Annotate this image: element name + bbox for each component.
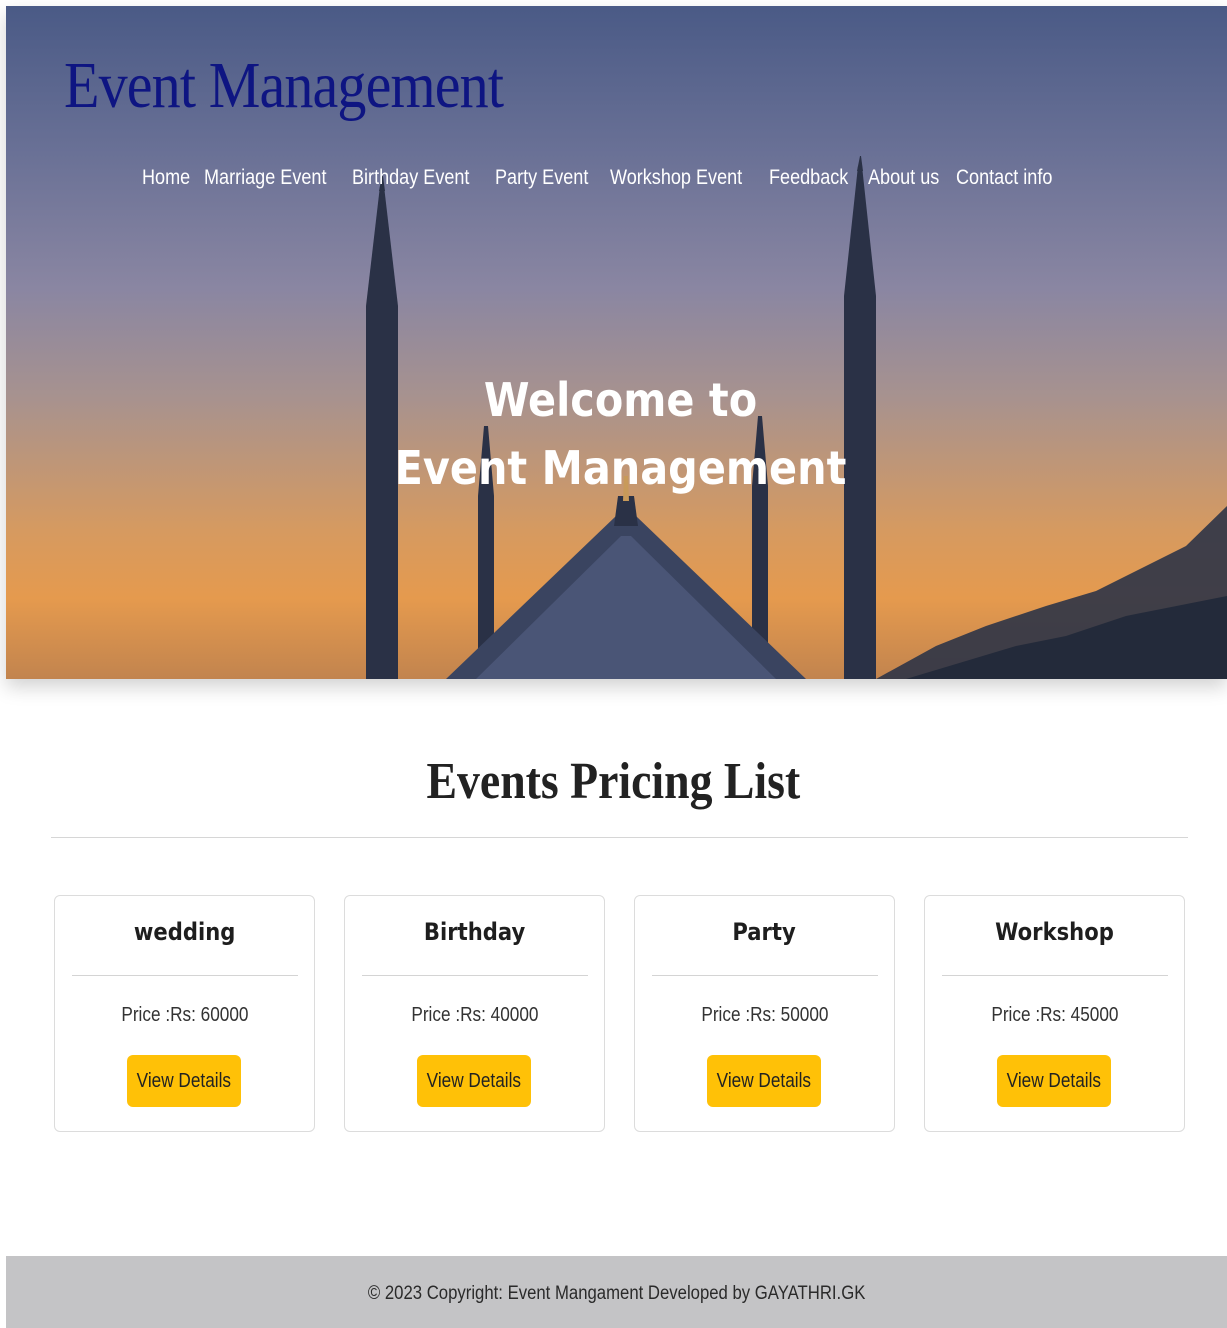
pricing-section-title: Events Pricing List [426, 753, 801, 810]
view-details-button[interactable]: View Details [707, 1055, 821, 1107]
nav-party-event[interactable]: Party Event [495, 166, 588, 190]
nav-marriage-event[interactable]: Marriage Event [204, 166, 326, 190]
card-price: Price :Rs: 40000 [410, 1004, 539, 1026]
main-nav: Home Marriage Event Birthday Event Party… [142, 166, 1058, 190]
card-title: Party [732, 918, 797, 946]
nav-feedback[interactable]: Feedback [769, 166, 848, 190]
card-divider [652, 975, 878, 976]
card-price: Price :Rs: 45000 [990, 1004, 1119, 1026]
card-title: Workshop [995, 918, 1114, 946]
footer-copyright: © 2023 Copyright: Event Mangament Develo… [367, 1283, 866, 1304]
hero-heading: Welcome to Event Management [6, 366, 1227, 502]
view-details-button[interactable]: View Details [997, 1055, 1111, 1107]
site-logo-text[interactable]: Event Management [64, 48, 504, 124]
card-divider [942, 975, 1168, 976]
card-divider [72, 975, 298, 976]
pricing-card-wedding: wedding Price :Rs: 60000 View Details [54, 895, 315, 1132]
card-title: Birthday [423, 918, 526, 946]
pricing-card-birthday: Birthday Price :Rs: 40000 View Details [344, 895, 605, 1132]
view-details-button[interactable]: View Details [417, 1055, 531, 1107]
card-price: Price :Rs: 50000 [700, 1004, 829, 1026]
nav-birthday-event[interactable]: Birthday Event [352, 166, 469, 190]
card-title: wedding [133, 918, 236, 946]
nav-contact-info[interactable]: Contact info [956, 166, 1052, 190]
nav-about-us[interactable]: About us [868, 166, 939, 190]
view-details-button[interactable]: View Details [127, 1055, 241, 1107]
section-divider [51, 837, 1188, 838]
card-price: Price :Rs: 60000 [120, 1004, 249, 1026]
nav-home[interactable]: Home [142, 166, 190, 190]
card-divider [362, 975, 588, 976]
hero-banner: Event Management Home Marriage Event Bir… [6, 6, 1227, 679]
pricing-card-party: Party Price :Rs: 50000 View Details [634, 895, 895, 1132]
pricing-card-workshop: Workshop Price :Rs: 45000 View Details [924, 895, 1185, 1132]
hero-heading-line1: Welcome to [483, 373, 758, 427]
hero-heading-line2: Event Management [394, 441, 847, 495]
nav-workshop-event[interactable]: Workshop Event [610, 166, 742, 190]
page-footer: © 2023 Copyright: Event Mangament Develo… [6, 1256, 1227, 1328]
